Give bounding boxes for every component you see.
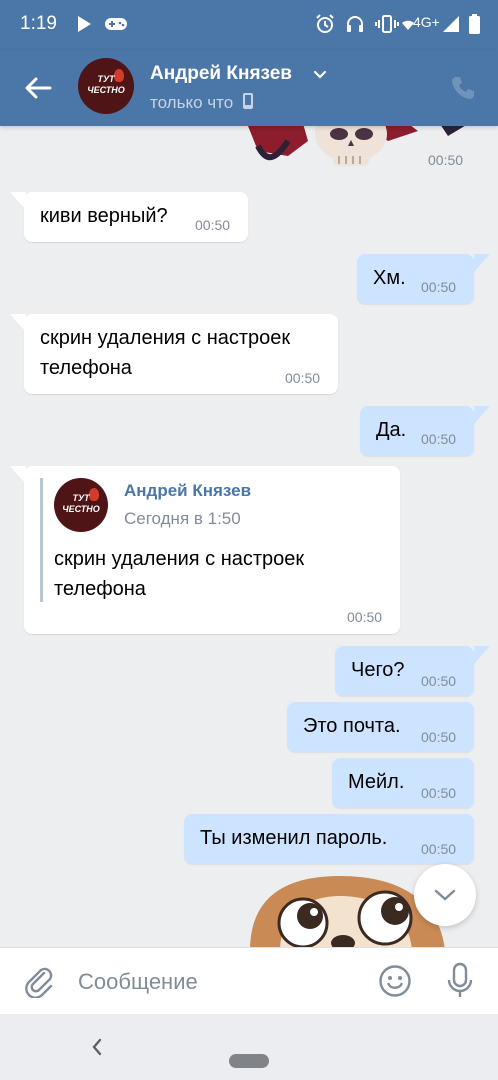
incoming-message[interactable]: скрин удаления с настроек телефона 00:50 [24, 314, 338, 394]
back-button[interactable] [22, 72, 54, 104]
message-input[interactable] [78, 966, 358, 998]
message-text: Чего? [351, 659, 405, 681]
message-time: 00:50 [428, 152, 464, 168]
contact-status: только что [150, 92, 254, 113]
microphone-icon [447, 962, 473, 997]
nav-home-pill[interactable] [229, 1054, 269, 1068]
outgoing-message[interactable]: Чего? 00:50 [335, 646, 474, 696]
call-button[interactable] [449, 74, 477, 102]
chevron-left-icon [92, 1038, 102, 1056]
alarm-icon [314, 13, 336, 35]
voice-record-button[interactable] [444, 962, 476, 1000]
gamepad-icon [104, 13, 128, 35]
avatar-text-line1: ТУТ [72, 493, 90, 503]
forward-author[interactable]: Андрей Князев [124, 480, 251, 502]
message-time: 00:50 [421, 841, 457, 857]
message-time: 00:50 [421, 279, 457, 295]
paperclip-icon [25, 967, 53, 999]
network-type: 4G+ [413, 14, 440, 30]
avatar-text-line2: ЧЕСТНО [62, 504, 100, 514]
avatar-text-line2: ЧЕСТНО [87, 85, 125, 95]
arrow-left-icon [25, 77, 52, 99]
outgoing-message[interactable]: Это почта. 00:50 [287, 702, 474, 752]
smile-icon [379, 965, 411, 997]
status-time: 1:19 [20, 13, 57, 34]
scroll-down-button[interactable] [414, 864, 476, 926]
message-time: 00:50 [347, 609, 383, 625]
contact-status-text: только что [150, 93, 234, 112]
forward-bar [40, 478, 43, 602]
signal-icon [442, 13, 460, 35]
attach-button[interactable] [22, 964, 56, 999]
chat-header: ТУТ ЧЕСТНО Андрей Князев только что [0, 50, 498, 126]
contact-avatar[interactable]: ТУТ ЧЕСТНО [78, 58, 134, 114]
avatar-text-line1: ТУТ [97, 74, 115, 84]
forward-date: Сегодня в 1:50 [124, 509, 241, 528]
forwarded-message[interactable]: ТУТ ЧЕСТНО Андрей Князев Сегодня в 1:50 с… [24, 466, 400, 634]
nav-back-button[interactable] [86, 1034, 108, 1060]
message-time: 00:50 [421, 785, 457, 801]
phone-icon [452, 77, 474, 99]
message-text: киви верный? [40, 205, 168, 227]
headset-icon [344, 13, 366, 35]
sticker-skull[interactable]: 00:50 [248, 126, 478, 176]
message-time: 00:50 [285, 370, 321, 386]
status-bar: 1:19 4G+ [0, 0, 498, 50]
emoji-button[interactable] [378, 964, 412, 998]
play-icon [74, 13, 94, 35]
vibrate-icon [375, 13, 399, 35]
message-time: 00:50 [421, 673, 457, 689]
outgoing-message[interactable]: Хм. 00:50 [357, 254, 474, 304]
incoming-message[interactable]: киви верный? 00:50 [24, 192, 248, 242]
message-time: 00:50 [421, 431, 457, 447]
battery-icon [468, 13, 480, 35]
message-text: Это почта. [303, 715, 401, 737]
contact-name[interactable]: Андрей Князев [150, 63, 292, 85]
outgoing-message[interactable]: Да. 00:50 [360, 406, 474, 456]
phone-device-icon [242, 93, 253, 109]
message-text: скрин удаления с настроек телефона [40, 327, 291, 379]
skull-sticker-icon [248, 126, 465, 166]
message-text: Ты изменил пароль. [200, 827, 388, 849]
message-time: 00:50 [195, 217, 231, 233]
message-composer [0, 947, 498, 1014]
chevron-down-icon[interactable] [313, 68, 327, 82]
chevron-down-icon [434, 889, 456, 901]
forward-avatar[interactable]: ТУТ ЧЕСТНО [54, 478, 108, 532]
message-list[interactable]: 00:50 киви верный? 00:50 Хм. 00:50 скрин… [0, 126, 498, 947]
message-text: Мейл. [348, 771, 405, 793]
outgoing-message[interactable]: Ты изменил пароль. 00:50 [184, 814, 474, 864]
message-text: Да. [376, 419, 407, 441]
forward-text: скрин удаления с настроек телефона [54, 548, 305, 600]
system-nav-bar [0, 1014, 498, 1080]
message-time: 00:50 [421, 729, 457, 745]
message-text: Хм. [373, 267, 406, 289]
outgoing-message[interactable]: Мейл. 00:50 [332, 758, 474, 808]
